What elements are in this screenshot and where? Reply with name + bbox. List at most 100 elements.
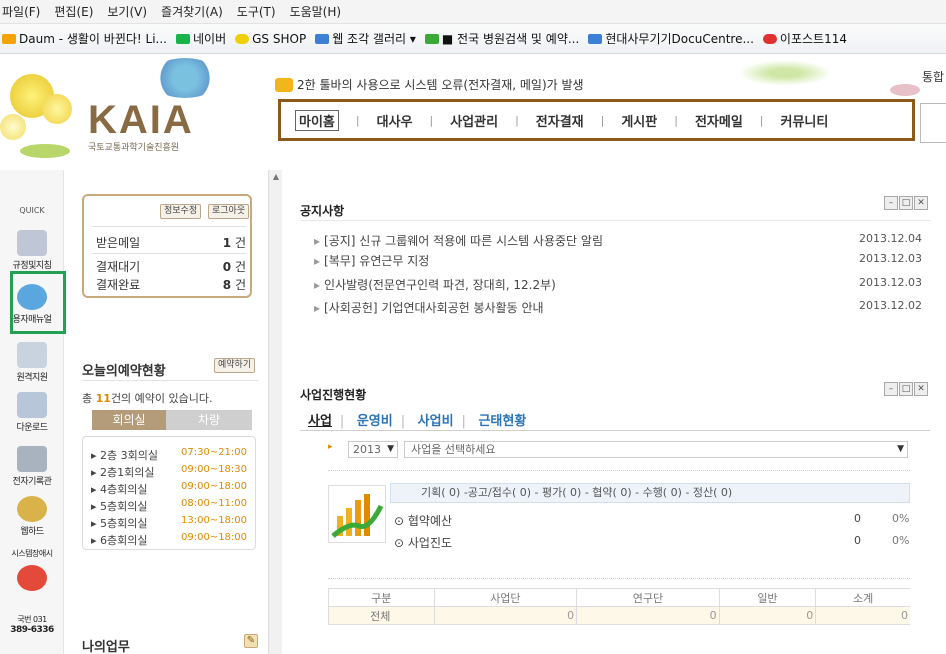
tab-project-cost[interactable]: 사업비 (418, 414, 454, 429)
menu-view[interactable]: 보기(V) (107, 3, 147, 20)
list-item[interactable]: ▸ 6층회의실 09:00~18:00 (91, 532, 256, 548)
flower-decoration (890, 84, 920, 96)
gsshop-icon (235, 33, 250, 44)
quick-webhard[interactable]: 웹하드 (0, 496, 64, 537)
maximize-icon[interactable]: □ (899, 382, 913, 396)
quick-download[interactable]: 다운로드 (0, 392, 64, 433)
notice-item[interactable]: ▸ 인사발령(전문연구인력 파견, 장대희, 12.2부) 2013.12.03 (314, 276, 922, 293)
project-select[interactable]: 사업을 선택하세요 ▼ (404, 441, 908, 458)
my-work-title: 나의업무 (82, 640, 130, 654)
tab-project[interactable]: 사업 (308, 414, 332, 429)
favorite-web-slice[interactable]: 웹 조각 갤러리 ▾ (315, 30, 416, 47)
notice-item[interactable]: ▸ [사회공헌] 기업연대사회공헌 봉사활동 안내 2013.12.02 (314, 299, 922, 316)
close-icon[interactable]: ✕ (914, 196, 928, 210)
quick-system-failure[interactable]: 시스템장애시 (0, 548, 64, 593)
nav-business[interactable]: 사업관리 (450, 111, 498, 130)
scroll-up-icon[interactable]: ▲ (271, 172, 281, 182)
books-icon (17, 446, 47, 472)
menu-bar: 파일(F) 편집(E) 보기(V) 즐겨찾기(A) 도구(T) 도움말(H) (0, 0, 946, 24)
menu-help[interactable]: 도움말(H) (290, 3, 342, 20)
logo-subtitle: 국토교통과학기술진흥원 (88, 143, 180, 153)
divider (92, 226, 246, 227)
leaf-icon (424, 33, 439, 44)
table-row: 전체 0 0 0 0 (328, 606, 910, 625)
favorite-hospital[interactable]: ■ 전국 병원검색 및 예약... (424, 30, 579, 47)
nav-board[interactable]: 게시판 (621, 111, 657, 130)
growth-chart-icon (328, 485, 386, 543)
notice-ticker[interactable]: 2한 툴바의 사용으로 시스템 오류(전자결재, 메일)가 발생 (275, 76, 584, 93)
dropdown-arrow-icon: ▼ (897, 444, 904, 454)
approval-done-row[interactable]: 결재완료 8 건 (96, 276, 246, 293)
integrated-search-label[interactable]: 통합 (922, 68, 944, 85)
menu-edit[interactable]: 편집(E) (54, 3, 93, 20)
table-cell: 0 (718, 606, 816, 625)
favorite-gsshop[interactable]: GS SHOP (235, 32, 306, 46)
tab-vehicle[interactable]: 차량 (166, 410, 252, 430)
quick-remote-support[interactable]: 원격지원 (0, 342, 64, 383)
left-panel: 정보수정 로그아웃 받은메일 1 건 결재대기 0 건 결재완료 8 건 오늘의… (72, 170, 268, 654)
nav-community[interactable]: 커뮤니티 (781, 111, 829, 130)
project-summary-table: 구분 사업단 연구단 일반 소계 전체 0 0 0 0 (328, 588, 910, 625)
site-header: KAIA 국토교통과학기술진흥원 2한 툴바의 사용으로 시스템 오류(전자결재… (0, 54, 946, 170)
list-item[interactable]: ▸ 2층1회의실 09:00~18:30 (91, 464, 256, 480)
dropdown-arrow-icon: ▼ (387, 444, 394, 454)
favorite-naver[interactable]: 네이버 (176, 30, 226, 47)
reservation-title: 오늘의예약현황 (82, 364, 166, 379)
notice-item[interactable]: ▸ [복무] 유연근무 지정 2013.12.03 (314, 252, 922, 269)
nav-approval[interactable]: 전자결재 (536, 111, 584, 130)
column-header: 소계 (815, 588, 910, 607)
favorite-daum[interactable]: Daum - 생활이 바뀐다! Li... (2, 30, 167, 47)
quick-records[interactable]: 전자기록관 (0, 446, 64, 487)
notice-window-controls: – □ ✕ (884, 196, 928, 210)
nav-daesau[interactable]: 대사우 (377, 111, 413, 130)
list-item[interactable]: ▸ 4층회의실 09:00~18:00 (91, 481, 256, 497)
menu-favorites[interactable]: 즐겨찾기(A) (161, 3, 223, 20)
tab-meeting-room[interactable]: 회의실 (92, 410, 166, 430)
nav-myhome[interactable]: 마이홈 (295, 109, 339, 131)
project-stage-bar: 기획( 0) -공고/접수( 0) - 평가( 0) - 협약( 0) - 수행… (390, 483, 910, 503)
notice-item[interactable]: ▸ [공지] 신규 그룹웨어 적용에 따른 시스템 사용중단 알림 2013.12.… (314, 232, 922, 249)
logout-button[interactable]: 로그아웃 (208, 204, 250, 219)
reservation-count: 총 11건의 예약이 있습니다. (82, 392, 213, 405)
list-item[interactable]: ▸ 5층회의실 13:00~18:00 (91, 515, 256, 531)
divider (328, 578, 910, 579)
branch-decoration (730, 58, 840, 88)
megaphone-icon (275, 77, 293, 92)
reserve-button[interactable]: 예약하기 (214, 358, 256, 373)
quick-rules[interactable]: 규정및지침 (0, 230, 64, 271)
pending-approval-row[interactable]: 결재대기 0 건 (96, 258, 246, 275)
nav-email[interactable]: 전자메일 (695, 111, 743, 130)
epost-icon (762, 33, 777, 44)
maximize-icon[interactable]: □ (899, 196, 913, 210)
naver-icon (176, 33, 190, 44)
daum-icon (2, 33, 16, 44)
webhard-icon (17, 496, 47, 522)
column-header: 연구단 (576, 588, 720, 607)
menu-file[interactable]: 파일(F) (2, 3, 40, 20)
pencil-icon[interactable]: ✎ (244, 634, 258, 648)
nav-separator: | (600, 113, 605, 127)
kaia-logo[interactable]: KAIA (88, 98, 194, 143)
room-list: ▸ 2층 3회의실 07:30~21:00 ▸ 2층1회의실 09:00~18:30… (82, 436, 256, 550)
ie-page-icon (315, 33, 330, 44)
menu-tools[interactable]: 도구(T) (237, 3, 276, 20)
favorite-docucentre[interactable]: 현대사무기기DocuCentre... (588, 30, 754, 47)
minimize-icon[interactable]: – (884, 196, 898, 210)
list-item[interactable]: ▸ 5층회의실 08:00~11:00 (91, 498, 256, 514)
list-item[interactable]: ▸ 2층 3회의실 07:30~21:00 (91, 447, 256, 463)
project-window-controls: – □ ✕ (884, 382, 928, 396)
favorite-epost[interactable]: 이포스트114 (762, 30, 847, 47)
received-mail-row[interactable]: 받은메일 1 건 (96, 234, 246, 251)
table-cell: 0 (576, 606, 720, 625)
edit-profile-button[interactable]: 정보수정 (160, 204, 202, 219)
vertical-scrollbar[interactable]: ▲ (268, 170, 282, 654)
nav-separator: | (515, 113, 519, 127)
header-right-box (920, 103, 946, 143)
leaf-decoration (20, 144, 70, 158)
tab-attendance[interactable]: 근태현황 (478, 414, 526, 429)
close-icon[interactable]: ✕ (914, 382, 928, 396)
minimize-icon[interactable]: – (884, 382, 898, 396)
year-select[interactable]: 2013 ▼ (348, 441, 398, 458)
nav-separator: | (674, 113, 678, 127)
tab-operating-cost[interactable]: 운영비 (357, 414, 393, 429)
